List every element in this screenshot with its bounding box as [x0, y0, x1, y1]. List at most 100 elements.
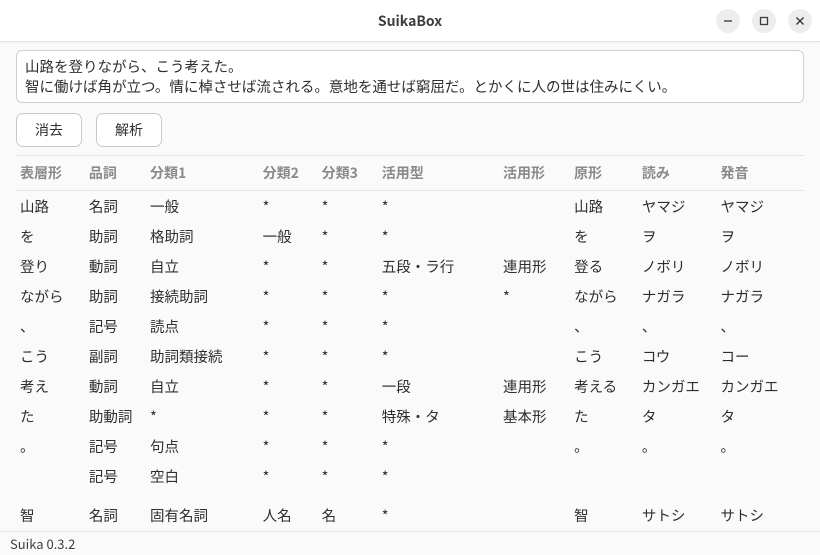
table-cell	[499, 500, 570, 530]
col-surface[interactable]: 表層形	[16, 156, 85, 191]
table-cell: 考える	[570, 371, 638, 401]
table-row[interactable]: ながら助詞接続助詞****ながらナガラナガラ	[16, 281, 804, 311]
table-cell: *	[318, 221, 378, 251]
table-cell	[146, 491, 259, 500]
table-cell: *	[378, 281, 499, 311]
table-cell: 副詞	[85, 341, 146, 371]
table-cell: 固有名詞	[146, 500, 259, 530]
table-cell: *	[378, 341, 499, 371]
table-cell: *	[378, 311, 499, 341]
table-row[interactable]: 。記号句点***。。。	[16, 431, 804, 461]
table-cell	[717, 491, 804, 500]
table-row[interactable]: を助詞格助詞一般**をヲヲ	[16, 221, 804, 251]
table-cell: *	[259, 251, 318, 281]
table-row[interactable]: 記号空白***	[16, 461, 804, 491]
table-row[interactable]: 考え動詞自立**一段連用形考えるカンガエカンガエ	[16, 371, 804, 401]
table-cell	[570, 461, 638, 491]
table-cell: *	[259, 401, 318, 431]
table-cell: を	[570, 221, 638, 251]
table-cell	[318, 491, 378, 500]
col-pron[interactable]: 発音	[717, 156, 804, 191]
table-cell: 、	[717, 311, 804, 341]
table-header: 表層形 品詞 分類1 分類2 分類3 活用型 活用形 原形 読み 発音	[16, 156, 804, 191]
table-cell	[499, 461, 570, 491]
col-conjform[interactable]: 活用形	[499, 156, 570, 191]
table-cell: ながら	[16, 281, 85, 311]
titlebar: SuikaBox	[0, 0, 820, 42]
table-row[interactable]: 、記号読点***、、、	[16, 311, 804, 341]
col-sub3[interactable]: 分類3	[318, 156, 378, 191]
table-cell	[499, 191, 570, 222]
table-cell	[16, 461, 85, 491]
table-cell: た	[570, 401, 638, 431]
results-table-wrap: 表層形 品詞 分類1 分類2 分類3 活用型 活用形 原形 読み 発音 山路名詞…	[16, 155, 804, 531]
table-cell: タ	[717, 401, 804, 431]
table-cell: *	[259, 431, 318, 461]
table-cell: 助動詞	[85, 401, 146, 431]
table-row[interactable]	[16, 491, 804, 500]
table-cell: ナガラ	[717, 281, 804, 311]
table-cell: *	[499, 281, 570, 311]
table-cell: 。	[570, 431, 638, 461]
col-sub2[interactable]: 分類2	[259, 156, 318, 191]
close-icon	[795, 16, 805, 26]
table-cell	[570, 491, 638, 500]
col-pos[interactable]: 品詞	[85, 156, 146, 191]
table-cell	[638, 491, 717, 500]
table-row[interactable]: た助動詞***特殊・タ基本形たタタ	[16, 401, 804, 431]
table-cell: *	[378, 461, 499, 491]
col-base[interactable]: 原形	[570, 156, 638, 191]
table-cell: *	[259, 461, 318, 491]
content-area: 山路を登りながら、こう考えた。 智に働けば角が立つ。情に棹させば流される。意地を…	[0, 42, 820, 531]
table-cell: *	[318, 281, 378, 311]
table-cell	[499, 431, 570, 461]
table-cell: *	[259, 371, 318, 401]
table-row[interactable]: 智名詞固有名詞人名名*智サトシサトシ	[16, 500, 804, 530]
col-sub1[interactable]: 分類1	[146, 156, 259, 191]
table-cell: 自立	[146, 371, 259, 401]
table-cell	[499, 221, 570, 251]
table-cell: 登り	[16, 251, 85, 281]
table-cell: 名	[318, 500, 378, 530]
table-cell: 名詞	[85, 500, 146, 530]
table-cell: *	[259, 311, 318, 341]
table-cell: ヤマジ	[717, 191, 804, 222]
results-table: 表層形 品詞 分類1 分類2 分類3 活用型 活用形 原形 読み 発音 山路名詞…	[16, 156, 804, 531]
table-cell: *	[378, 221, 499, 251]
table-cell: *	[318, 311, 378, 341]
table-body: 山路名詞一般***山路ヤマジヤマジを助詞格助詞一般**をヲヲ登り動詞自立**五段…	[16, 191, 804, 531]
maximize-button[interactable]	[752, 9, 776, 33]
table-cell: サトシ	[638, 500, 717, 530]
col-conjtype[interactable]: 活用型	[378, 156, 499, 191]
table-cell: 登る	[570, 251, 638, 281]
close-button[interactable]	[788, 9, 812, 33]
window-controls	[716, 9, 812, 33]
table-cell: *	[318, 341, 378, 371]
table-row[interactable]: 登り動詞自立**五段・ラ行連用形登るノボリノボリ	[16, 251, 804, 281]
table-cell	[16, 491, 85, 500]
table-cell: た	[16, 401, 85, 431]
clear-button[interactable]: 消去	[16, 113, 82, 147]
table-cell: 考え	[16, 371, 85, 401]
table-row[interactable]: 山路名詞一般***山路ヤマジヤマジ	[16, 191, 804, 222]
status-bar: Suika 0.3.2	[0, 531, 820, 555]
table-cell: こう	[570, 341, 638, 371]
analyze-button[interactable]: 解析	[96, 113, 162, 147]
table-cell: を	[16, 221, 85, 251]
table-cell: 動詞	[85, 371, 146, 401]
input-textarea[interactable]: 山路を登りながら、こう考えた。 智に働けば角が立つ。情に棹させば流される。意地を…	[16, 50, 804, 103]
table-cell: *	[318, 401, 378, 431]
table-cell: *	[318, 191, 378, 222]
table-cell: 特殊・タ	[378, 401, 499, 431]
col-reading[interactable]: 読み	[638, 156, 717, 191]
table-cell: 一般	[259, 221, 318, 251]
table-row[interactable]: こう副詞助詞類接続***こうコウコー	[16, 341, 804, 371]
table-cell: こう	[16, 341, 85, 371]
table-cell: 山路	[570, 191, 638, 222]
table-cell: ヲ	[638, 221, 717, 251]
table-cell: *	[146, 401, 259, 431]
window-title: SuikaBox	[378, 11, 442, 31]
table-cell: コウ	[638, 341, 717, 371]
button-row: 消去 解析	[16, 113, 804, 147]
minimize-button[interactable]	[716, 9, 740, 33]
